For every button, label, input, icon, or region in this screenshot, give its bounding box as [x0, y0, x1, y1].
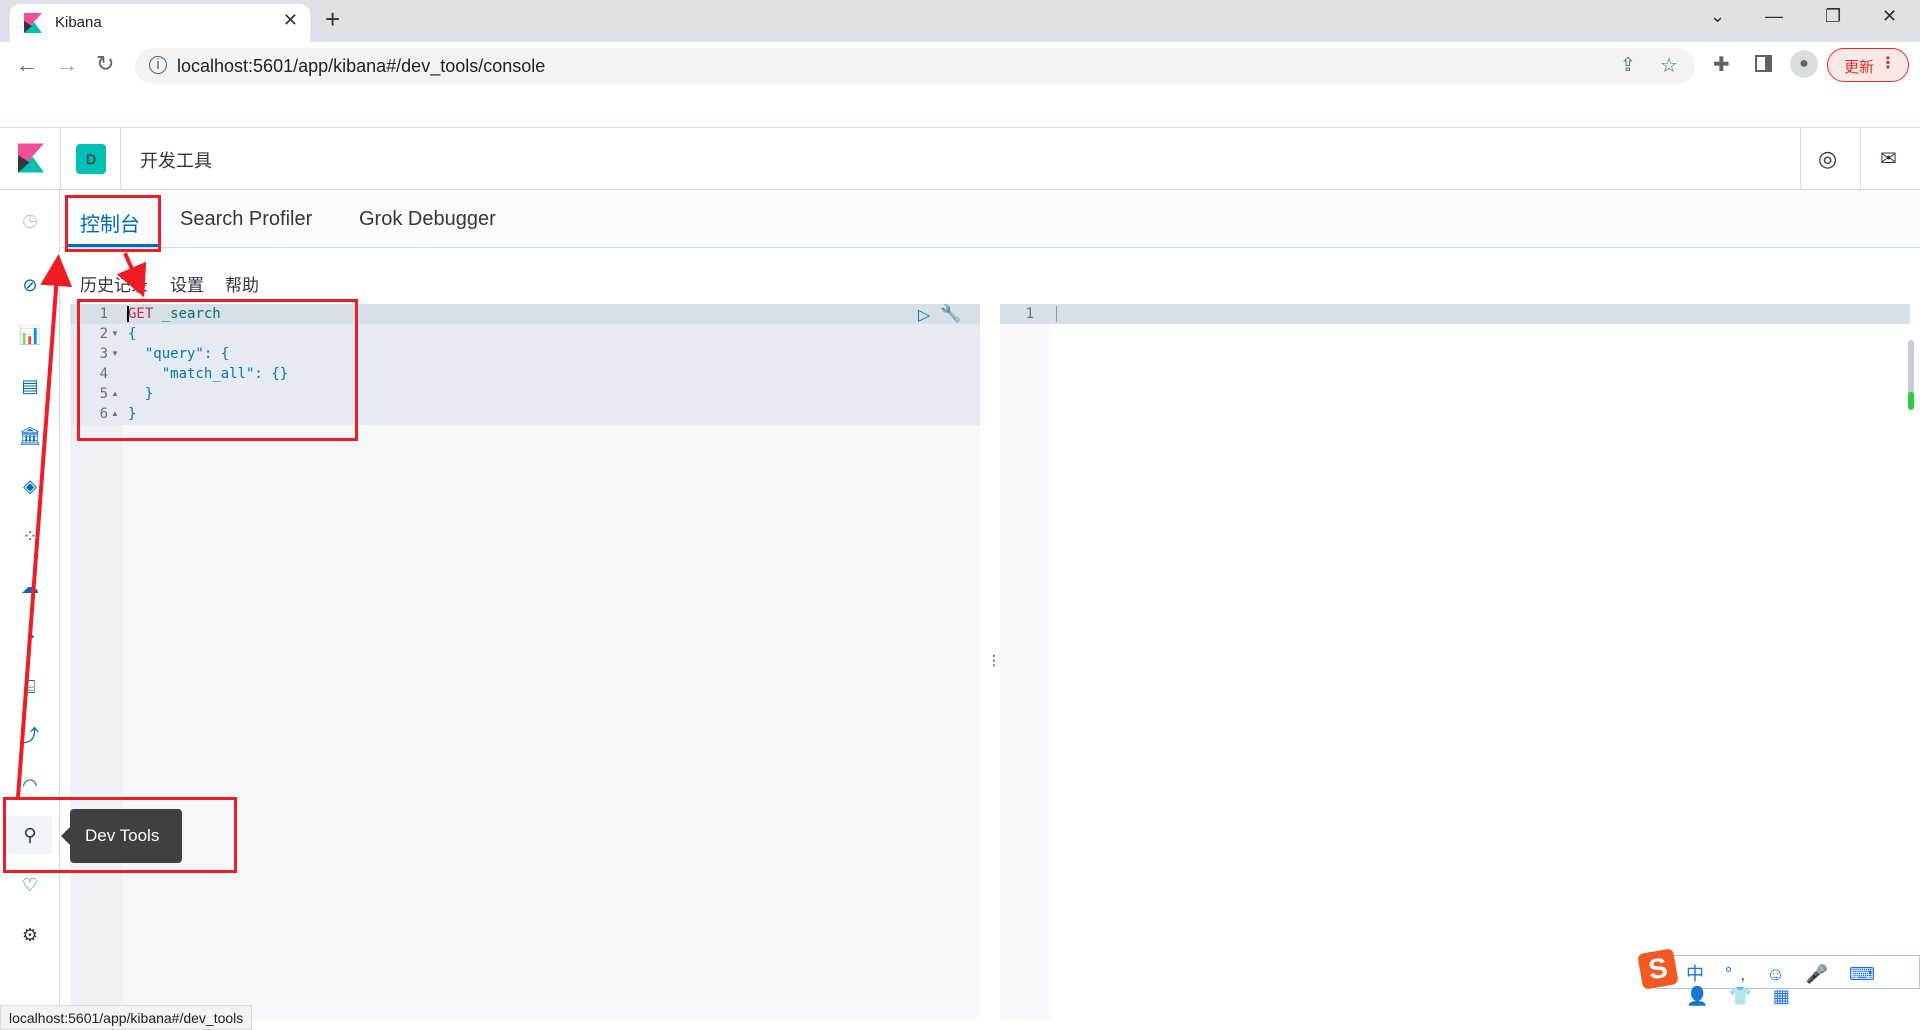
- url-text: localhost:5601/app/kibana#/dev_tools/con…: [177, 56, 546, 76]
- apm-icon[interactable]: ⌸: [18, 675, 42, 699]
- side-panel-icon[interactable]: [1755, 55, 1772, 72]
- output-line-number: 1: [1025, 306, 1034, 322]
- extensions-icon[interactable]: ✚: [1713, 52, 1730, 77]
- close-tab-icon[interactable]: ✕: [283, 10, 298, 31]
- siem-icon[interactable]: ◠: [18, 773, 42, 797]
- settings-link[interactable]: 设置: [170, 271, 204, 296]
- restore-button[interactable]: ❐: [1825, 6, 1841, 27]
- annotation-box-console-tab: [65, 195, 161, 252]
- discover-compass-icon[interactable]: ⊘: [18, 273, 42, 297]
- annotation-box-dev-tools: [3, 797, 237, 873]
- ml-icon[interactable]: ⁘: [18, 524, 42, 548]
- tab-title: Kibana: [55, 14, 102, 31]
- pane-resizer[interactable]: ⋮: [980, 304, 1001, 1020]
- output-gutter: [1000, 304, 1050, 1020]
- infrastructure-icon[interactable]: ☁: [18, 575, 42, 599]
- site-info-icon[interactable]: i: [149, 56, 167, 74]
- visualize-icon[interactable]: 📊: [18, 323, 42, 347]
- output-pane: [1000, 304, 1910, 1020]
- dashboard-icon[interactable]: ▤: [18, 374, 42, 398]
- browser-tab[interactable]: Kibana ✕: [10, 4, 310, 42]
- space-avatar[interactable]: D: [76, 144, 106, 174]
- recent-clock-icon[interactable]: ◷: [18, 208, 42, 232]
- tab-search-profiler[interactable]: Search Profiler: [180, 208, 312, 231]
- request-actions-wrench-icon[interactable]: 🔧: [940, 304, 961, 324]
- send-request-play-icon[interactable]: ▷: [918, 305, 930, 325]
- new-tab-button[interactable]: +: [325, 4, 340, 35]
- menu-dots-icon: ⋮: [1880, 55, 1896, 72]
- bookmark-star-icon[interactable]: ☆: [1660, 53, 1678, 78]
- update-button[interactable]: 更新 ⋮: [1827, 48, 1909, 82]
- output-active-line: [1000, 304, 1910, 324]
- canvas-icon[interactable]: 🏛: [18, 424, 42, 448]
- maps-icon[interactable]: ◈: [18, 474, 42, 498]
- help-link[interactable]: 帮助: [225, 271, 259, 296]
- tab-search-icon[interactable]: ⌄: [1710, 6, 1725, 27]
- share-icon[interactable]: ⇪: [1620, 54, 1636, 77]
- annotation-box-code: [77, 299, 358, 441]
- tab-grok-debugger[interactable]: Grok Debugger: [359, 208, 496, 231]
- forward-icon[interactable]: →: [56, 52, 78, 78]
- kibana-favicon-icon: [24, 13, 42, 33]
- link-status-bar: localhost:5601/app/kibana#/dev_tools: [0, 1005, 253, 1030]
- reload-icon[interactable]: ↻: [96, 51, 114, 77]
- uptime-icon[interactable]: ⤴: [18, 724, 42, 748]
- kibana-header: [0, 128, 1920, 190]
- monitoring-heartbeat-icon[interactable]: ♡: [18, 873, 42, 897]
- newsfeed-mail-icon[interactable]: ✉: [1880, 146, 1897, 171]
- back-icon[interactable]: ←: [16, 52, 38, 78]
- profile-avatar-icon[interactable]: ●: [1790, 50, 1818, 78]
- dev-tools-tabs: [61, 190, 1920, 248]
- output-scrollbar[interactable]: [1908, 340, 1914, 410]
- page-title: 开发工具: [140, 151, 212, 171]
- ime-toolbar[interactable]: 中 °, ☺ 🎤 ⌨ 👤 👕 ▦: [1655, 955, 1920, 1006]
- update-label: 更新: [1844, 59, 1875, 76]
- management-gear-icon[interactable]: ⚙: [18, 923, 42, 947]
- output-cursor: [1056, 306, 1057, 322]
- sogou-logo-icon[interactable]: S: [1637, 948, 1679, 990]
- kibana-logo-icon[interactable]: [18, 143, 44, 173]
- help-lifebuoy-icon[interactable]: ◎: [1818, 146, 1837, 172]
- close-window-button[interactable]: ✕: [1882, 6, 1897, 27]
- logs-icon[interactable]: ◔: [18, 625, 42, 649]
- address-bar[interactable]: i localhost:5601/app/kibana#/dev_tools/c…: [135, 48, 1695, 84]
- history-link[interactable]: 历史记录: [80, 271, 148, 296]
- minimize-button[interactable]: —: [1765, 6, 1783, 27]
